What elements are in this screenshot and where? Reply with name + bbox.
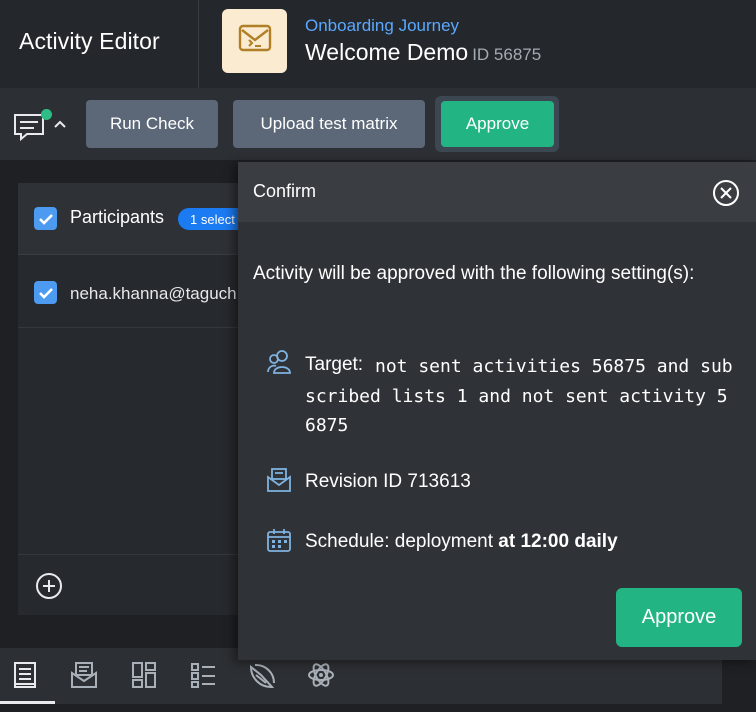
notification-dot: [41, 109, 52, 120]
plus-circle-icon: [36, 573, 62, 599]
participants-label: Participants: [70, 207, 165, 227]
participant-email: neha.khanna@taguch: [70, 284, 237, 303]
close-icon: [713, 180, 739, 206]
active-tab-indicator: [0, 701, 55, 704]
pie-chart-icon[interactable]: [248, 661, 276, 689]
run-check-button[interactable]: Run Check: [86, 100, 218, 148]
revision-id: Revision ID 713613: [305, 471, 471, 492]
checkmark-icon: [38, 213, 53, 225]
checkmark-icon: [38, 287, 53, 299]
envelope-revision-icon: [266, 467, 292, 493]
journey-link[interactable]: Onboarding Journey: [305, 16, 459, 36]
approve-toolbar-button[interactable]: Approve: [441, 101, 554, 147]
chevron-up-icon: [54, 115, 66, 133]
users-icon: [266, 349, 292, 375]
list-divider: [18, 554, 258, 555]
activity-name: Welcome Demo: [305, 39, 469, 65]
upload-test-matrix-button[interactable]: Upload test matrix: [233, 100, 425, 148]
comment-icon: [12, 107, 52, 141]
app-title: Activity Editor: [19, 28, 160, 54]
comments-toggle-button[interactable]: [12, 104, 72, 144]
layout-icon[interactable]: [130, 661, 158, 689]
schedule-prefix: Schedule: deployment: [305, 531, 494, 552]
activity-id: ID 56875: [472, 45, 542, 64]
activity-type-tile: [222, 9, 287, 73]
target-value: not sent activities 56875 and subscribed…: [305, 356, 733, 436]
dialog-intro-text: Activity will be approved with the follo…: [253, 263, 695, 284]
schedule-text: Schedule: deployment at 12:00 daily: [305, 531, 618, 553]
confirm-approve-button[interactable]: Approve: [616, 588, 742, 647]
checklist-icon[interactable]: [189, 661, 217, 689]
add-participant-button[interactable]: [35, 572, 63, 600]
document-icon[interactable]: [11, 661, 39, 689]
envelope-code-icon: [238, 24, 272, 59]
envelope-icon[interactable]: [70, 661, 98, 689]
calendar-icon: [266, 527, 292, 553]
participant-checkbox[interactable]: [34, 281, 57, 304]
header-divider: [198, 0, 199, 88]
schedule-time: at 12:00 daily: [498, 531, 618, 552]
atom-icon[interactable]: [307, 661, 335, 689]
dialog-title: Confirm: [253, 181, 317, 201]
activity-title: Welcome Demo ID 56875: [305, 39, 541, 66]
participants-select-all-checkbox[interactable]: [34, 207, 57, 230]
close-dialog-button[interactable]: [712, 179, 740, 207]
